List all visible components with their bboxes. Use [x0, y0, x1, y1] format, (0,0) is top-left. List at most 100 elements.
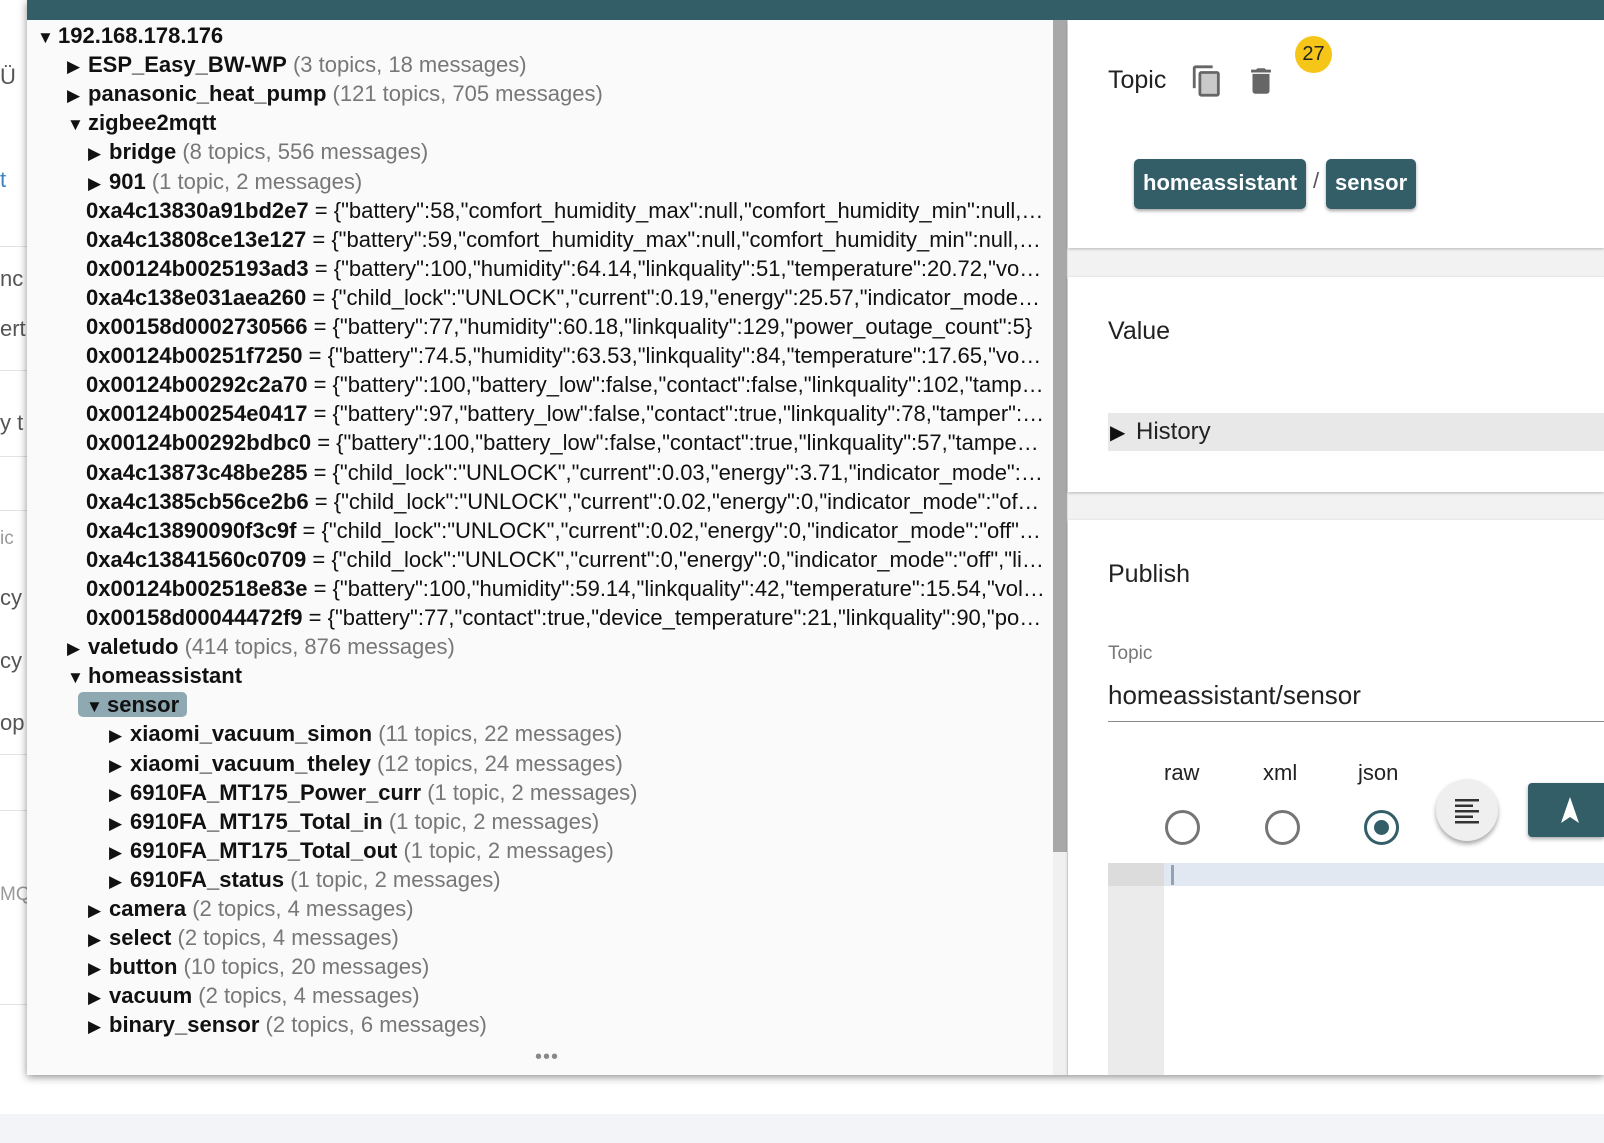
background-text: cy: [0, 585, 22, 610]
tree-node[interactable]: ▶ 901 (1 topic, 2 messages): [88, 167, 1045, 196]
tree-leaf-node[interactable]: 0x00124b00292bdbc0 = {"battery":100,"bat…: [86, 428, 1045, 457]
tree-node[interactable]: ▼ zigbee2mqtt: [67, 108, 1045, 137]
expand-icon[interactable]: ▶: [88, 169, 109, 196]
history-toggle[interactable]: ▶ History: [1108, 413, 1604, 451]
collapse-icon[interactable]: ▼: [86, 692, 107, 719]
tree-node[interactable]: ▶ panasonic_heat_pump (121 topics, 705 me…: [67, 79, 1045, 108]
expand-icon[interactable]: ▶: [67, 634, 88, 661]
tree-node[interactable]: ▶ ESP_Easy_BW-WP (3 topics, 18 messages): [67, 50, 1045, 79]
tree-node[interactable]: ▶ 6910FA_MT175_Total_in (1 topic, 2 messa…: [109, 807, 1045, 836]
tree-leaf-node[interactable]: 0xa4c13830a91bd2e7 = {"battery":58,"comf…: [86, 196, 1045, 225]
tree-root-node[interactable]: ▼ 192.168.178.176: [37, 21, 1047, 50]
node-name: 0xa4c138e031aea260: [86, 284, 307, 310]
tree-leaf-node[interactable]: 0xa4c13873c48be285 = {"child_lock":"UNLO…: [86, 458, 1045, 487]
payload-editor[interactable]: [1108, 863, 1604, 1075]
tree-leaf-node[interactable]: 0x00158d00044472f9 = {"battery":77,"cont…: [86, 603, 1045, 632]
tree-node[interactable]: ▶ button (10 topics, 20 messages): [88, 952, 1045, 981]
tree-node[interactable]: ▶ 6910FA_MT175_Total_out (1 topic, 2 mess…: [109, 836, 1045, 865]
format-xml-radio[interactable]: [1265, 810, 1300, 845]
tree-node[interactable]: ▶ camera (2 topics, 4 messages): [88, 894, 1045, 923]
tree-leaf-node[interactable]: 0x00158d0002730566 = {"battery":77,"humi…: [86, 312, 1045, 341]
expand-icon[interactable]: ▶: [109, 721, 130, 748]
expand-icon[interactable]: ▶: [109, 780, 130, 807]
expand-icon[interactable]: ▶: [88, 896, 109, 923]
expand-icon[interactable]: ▶: [109, 809, 130, 836]
node-stats: (12 topics, 24 messages): [377, 750, 623, 776]
tree-leaf-node[interactable]: 0xa4c13841560c0709 = {"child_lock":"UNLO…: [86, 545, 1045, 574]
tree-node[interactable]: ▶ 6910FA_MT175_Power_curr (1 topic, 2 mes…: [109, 778, 1045, 807]
node-name: 6910FA_MT175_Total_in: [130, 808, 383, 834]
selected-node-highlight[interactable]: ▼ sensor: [78, 692, 188, 719]
tree-leaf-node[interactable]: 0x00124b00254e0417 = {"battery":97,"batt…: [86, 399, 1045, 428]
publish-topic-input[interactable]: homeassistant/sensor: [1108, 680, 1604, 722]
expand-icon[interactable]: ▶: [109, 867, 130, 894]
expand-icon[interactable]: ▶: [88, 983, 109, 1010]
expand-icon[interactable]: ▶: [109, 751, 130, 778]
tree-leaf-node[interactable]: 0xa4c13890090f3c9f = {"child_lock":"UNLO…: [86, 516, 1045, 545]
tree-node[interactable]: ▶ xiaomi_vacuum_theley (12 topics, 24 mes…: [109, 749, 1045, 778]
tree-leaf-node[interactable]: 0x00124b00292c2a70 = {"battery":100,"bat…: [86, 370, 1045, 399]
expand-icon[interactable]: ▶: [88, 925, 109, 952]
node-name: sensor: [107, 692, 180, 718]
topic-tree[interactable]: ▼ 192.168.178.176 ▶ ESP_Easy_BW-WP (3 topi…: [27, 20, 1080, 1075]
editor-active-line: [1108, 863, 1604, 886]
tree-leaf-node[interactable]: 0x00124b002518e83e = {"battery":100,"hum…: [86, 574, 1045, 603]
expand-icon[interactable]: ▶: [67, 81, 88, 108]
format-raw-label: raw: [1164, 760, 1200, 785]
format-raw-radio[interactable]: [1165, 810, 1200, 845]
tree-node[interactable]: ▶ select (2 topics, 4 messages): [88, 923, 1045, 952]
node-name: xiaomi_vacuum_simon: [130, 721, 373, 747]
node-stats: (121 topics, 705 messages): [332, 81, 603, 107]
expand-icon[interactable]: ▶: [67, 52, 88, 79]
expand-icon[interactable]: ▶: [88, 954, 109, 981]
collapse-icon[interactable]: ▼: [67, 110, 88, 137]
node-name: 6910FA_status: [130, 866, 285, 892]
node-value: = {"battery":59,"comfort_humidity_max":n…: [312, 226, 1045, 252]
format-json-radio[interactable]: [1364, 810, 1399, 845]
tree-node[interactable]: ▼ sensor: [78, 690, 1045, 719]
tree-node[interactable]: ▶ 6910FA_status (1 topic, 2 messages): [109, 865, 1045, 894]
node-stats: (2 topics, 4 messages): [192, 896, 414, 921]
tree-node[interactable]: ▶ binary_sensor (2 topics, 6 messages): [88, 1010, 1045, 1039]
expand-icon[interactable]: ▶: [88, 1012, 109, 1039]
node-stats: (1 topic, 2 messages): [388, 808, 600, 834]
send-icon[interactable]: [1528, 783, 1604, 837]
tree-node[interactable]: ▶ valetudo (414 topics, 876 messages): [67, 632, 1045, 661]
node-name: panasonic_heat_pump: [88, 81, 327, 107]
node-name: 0x00124b00251f7250: [86, 343, 303, 369]
node-stats: (1 topic, 2 messages): [151, 168, 363, 194]
node-name: bridge: [109, 139, 177, 165]
tree-leaf-node[interactable]: 0xa4c1385cb56ce2b6 = {"child_lock":"UNLO…: [86, 487, 1045, 516]
background-app: Ü t nc ert y t ic cy cy op MQ: [0, 0, 28, 1030]
tree-node[interactable]: ▼ homeassistant: [67, 661, 1045, 690]
tree-leaf-node[interactable]: 0x00124b0025193ad3 = {"battery":100,"hum…: [86, 254, 1045, 283]
collapse-icon[interactable]: ▼: [37, 23, 58, 50]
node-name: select: [109, 925, 172, 951]
copy-icon[interactable]: [1190, 64, 1224, 98]
details-pane: Topic 27 homeassistant / sensor Value ▶ H…: [1068, 20, 1604, 1075]
node-value: = {"battery":100,"battery_low":false,"co…: [313, 372, 1045, 398]
format-json-label: json: [1358, 760, 1399, 785]
tree-node[interactable]: ▶ xiaomi_vacuum_simon (11 topics, 22 mess…: [109, 719, 1045, 748]
tree-leaf-node[interactable]: 0xa4c13808ce13e127 = {"battery":59,"comf…: [86, 225, 1045, 254]
breadcrumb-sensor[interactable]: sensor: [1326, 159, 1417, 209]
node-stats: (1 topic, 2 messages): [403, 837, 614, 863]
background-footer-strip: [0, 1114, 1604, 1143]
node-value: = {"battery":100,"humidity":59.14,"linkq…: [313, 575, 1045, 601]
expand-icon[interactable]: ▶: [88, 139, 109, 166]
tree-leaf-node[interactable]: 0xa4c138e031aea260 = {"child_lock":"UNLO…: [86, 283, 1045, 312]
expand-icon[interactable]: ▶: [109, 838, 130, 865]
value-title: Value: [1108, 317, 1171, 345]
collapse-icon[interactable]: ▼: [67, 663, 88, 690]
format-align-icon[interactable]: [1436, 779, 1498, 841]
background-text: nc: [0, 266, 24, 291]
tree-node[interactable]: ▶ vacuum (2 topics, 4 messages): [88, 981, 1045, 1010]
background-text: ert: [0, 316, 26, 341]
tree-scrollbar-thumb[interactable]: [1053, 20, 1067, 852]
trash-icon[interactable]: [1244, 64, 1278, 98]
tree-leaf-node[interactable]: 0x00124b00251f7250 = {"battery":74.5,"hu…: [86, 341, 1045, 370]
breadcrumb-homeassistant[interactable]: homeassistant: [1134, 159, 1307, 209]
tree-node[interactable]: ▶ bridge (8 topics, 556 messages): [88, 137, 1045, 166]
node-value: = {"battery":77,"humidity":60.18,"linkqu…: [313, 314, 1033, 339]
background-text: t: [0, 167, 7, 192]
